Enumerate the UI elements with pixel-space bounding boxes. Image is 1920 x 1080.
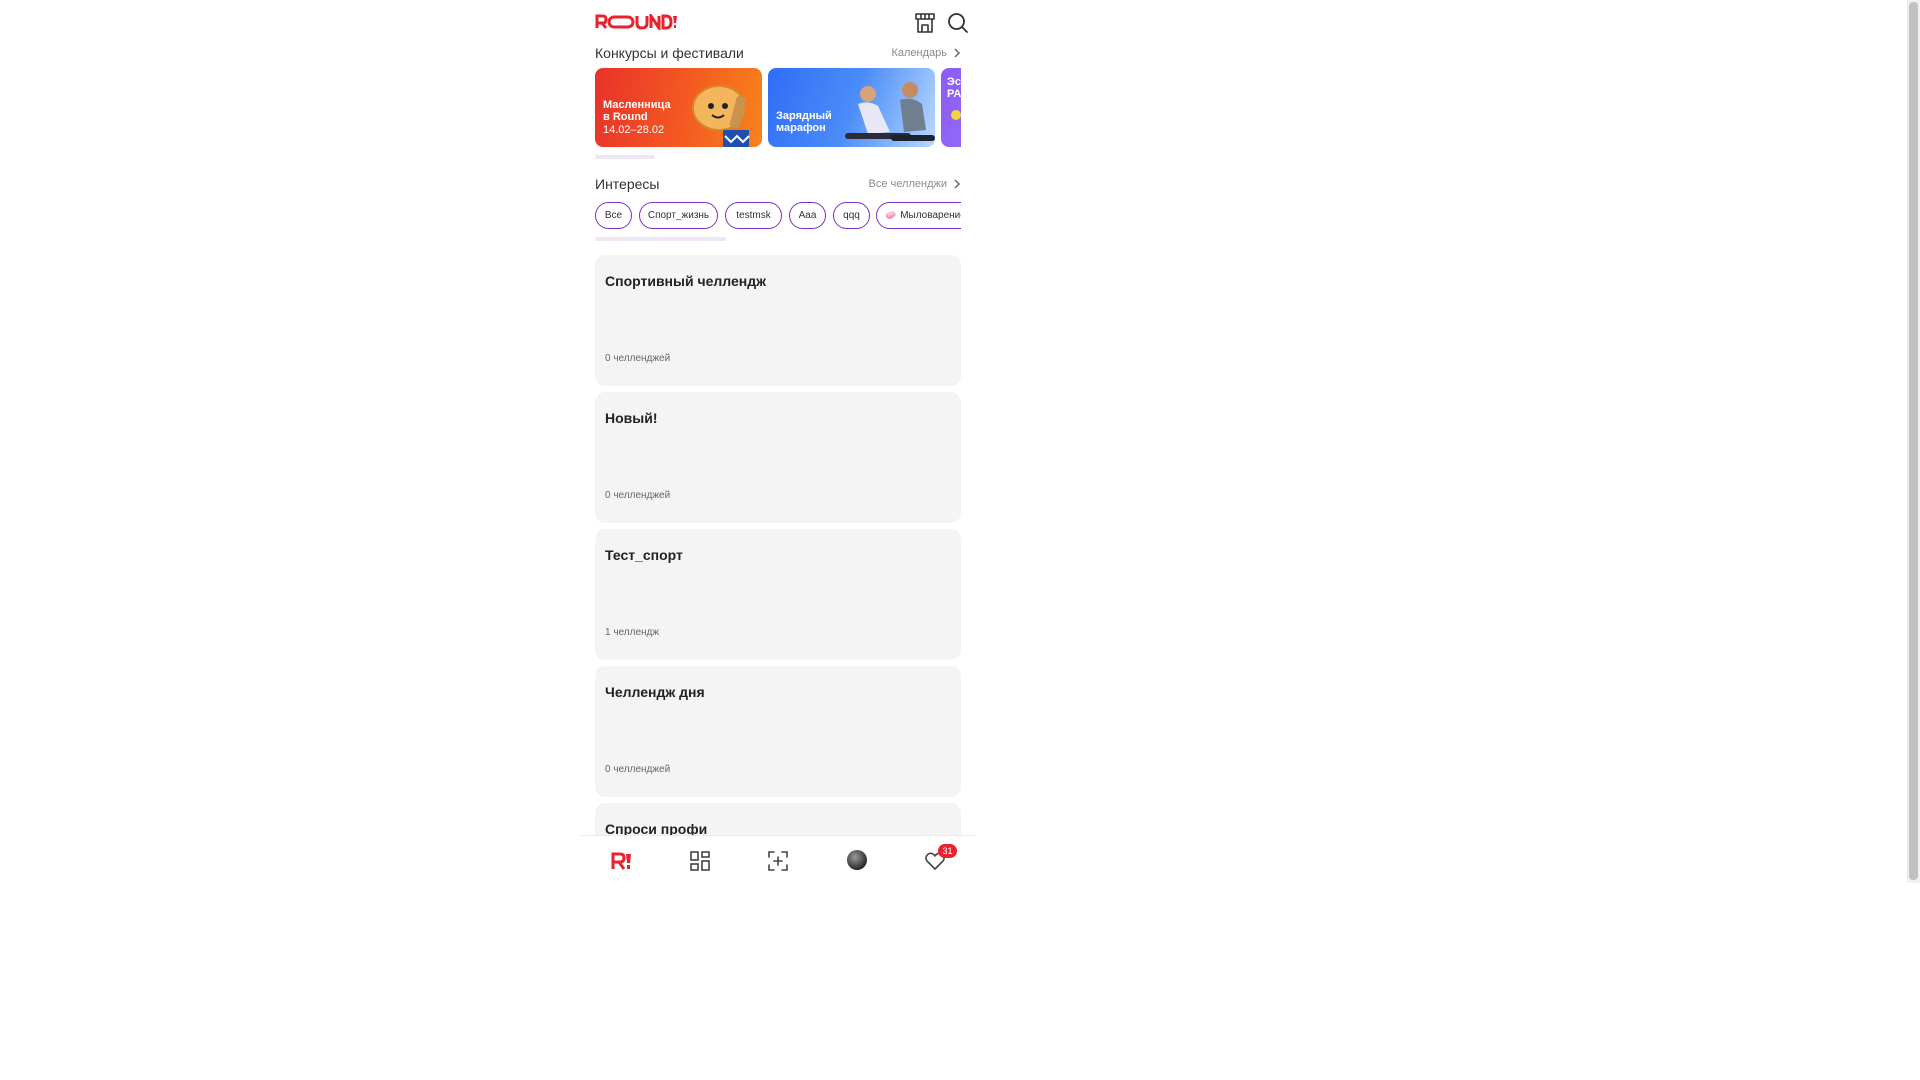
chevron-right-icon (954, 179, 961, 189)
banner-2-line1: Зарядный (776, 110, 832, 122)
page-scrollbar[interactable] (1907, 0, 1920, 883)
app-screen: Конкурсы и фестивали Календарь Масленниц… (581, 0, 975, 883)
category-title: Спортивный челлендж (605, 273, 767, 289)
banner-1-line1: Масленница (603, 99, 671, 111)
all-challenges-label: Все челленджи (868, 178, 947, 190)
contests-header: Конкурсы и фестивали Календарь (595, 45, 961, 65)
avatar[interactable] (847, 850, 867, 870)
category-title: Новый! (605, 410, 658, 426)
interests-header: Интересы Все челленджи (595, 176, 961, 196)
chip-soap-making-label: Мыловарение (900, 210, 961, 221)
pancake-mascot-illustration (692, 85, 750, 147)
category-card[interactable]: Новый! 0 челленджей (595, 392, 961, 523)
soap-icon: 🧼 (885, 210, 897, 220)
banner-3-line1: Эс (947, 76, 961, 88)
category-card[interactable]: Спортивный челлендж 0 челленджей (595, 255, 961, 386)
chip-qqq[interactable]: qqq (833, 202, 870, 229)
chip-testmsk[interactable]: testmsk (725, 202, 782, 229)
banner-1-title: Масленница в Round (603, 99, 671, 123)
category-count: 0 челленджей (605, 490, 671, 501)
category-title: Челлендж дня (605, 684, 705, 700)
chip-all[interactable]: Все (595, 202, 632, 229)
interests-chip-row[interactable]: Все Спорт_жизнь testmsk Aaa qqq 🧼 Мылова… (595, 202, 961, 230)
bottom-navigation: 31 (581, 835, 975, 883)
round-logo[interactable] (595, 14, 677, 30)
interests-title: Интересы (595, 176, 660, 192)
all-challenges-link[interactable]: Все челленджи (869, 178, 961, 190)
banner-1-line2: в Round (603, 111, 648, 123)
banner-3-title: Эс РА (947, 76, 961, 100)
scrollbar-thumb[interactable] (1909, 2, 1918, 880)
store-icon[interactable] (914, 12, 936, 34)
banner-charging-marathon[interactable]: Зарядный марафон (768, 68, 935, 147)
banner-3-line2: РА (947, 88, 961, 100)
calendar-link-label: Календарь (891, 47, 947, 59)
calendar-link[interactable]: Календарь (891, 47, 961, 59)
banner-2-title: Зарядный марафон (776, 110, 832, 134)
category-count: 1 челлендж (605, 627, 660, 638)
favorites-badge: 31 (938, 844, 957, 858)
chevron-right-icon (954, 48, 961, 58)
banner-maslenitsa[interactable]: Масленница в Round 14.02–28.02 (595, 68, 762, 147)
chip-sport-life[interactable]: Спорт_жизнь (639, 202, 718, 229)
contests-carousel[interactable]: Масленница в Round 14.02–28.02 Зарядный … (595, 68, 961, 148)
interests-scroll-progress (595, 237, 726, 241)
category-card[interactable]: Тест_спорт 1 челлендж (595, 529, 961, 660)
category-count: 0 челленджей (605, 353, 671, 364)
category-count: 0 челленджей (605, 764, 671, 775)
banner-1-date: 14.02–28.02 (603, 124, 665, 136)
chip-soap-making[interactable]: 🧼 Мыловарение (876, 202, 961, 229)
banner-3-dot (951, 110, 961, 120)
banner-2-line2: марафон (776, 122, 826, 134)
chip-aaa[interactable]: Aaa (789, 202, 826, 229)
category-title: Тест_спорт (605, 547, 683, 563)
contests-title: Конкурсы и фестивали (595, 45, 744, 61)
stretching-people-illustration (845, 82, 935, 141)
add-challenge-icon[interactable] (767, 850, 789, 872)
header (581, 0, 975, 44)
category-card[interactable]: Челлендж дня 0 челленджей (595, 666, 961, 797)
banner-3[interactable]: Эс РА (941, 68, 961, 147)
home-icon[interactable] (610, 850, 632, 872)
contests-carousel-progress (595, 155, 655, 159)
catalog-icon[interactable] (689, 850, 711, 872)
search-icon[interactable] (947, 12, 969, 34)
